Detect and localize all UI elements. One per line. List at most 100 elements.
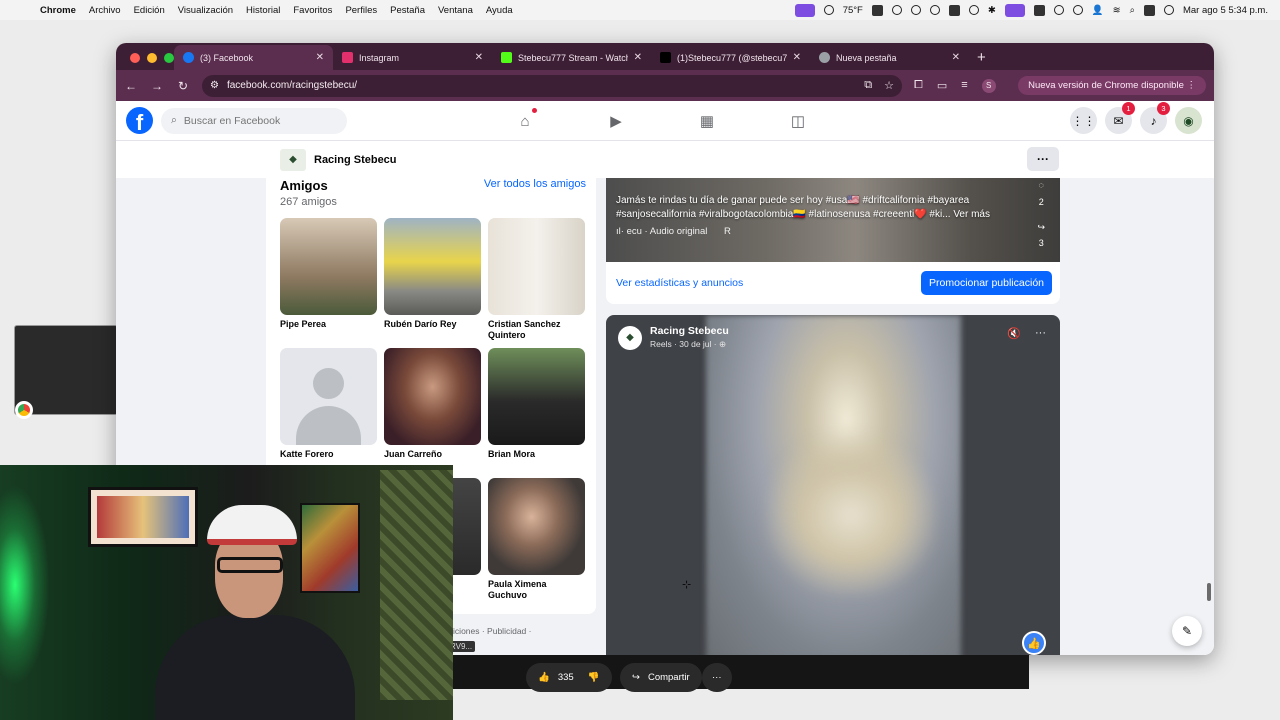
tab-kick-stream[interactable]: Stebecu777 Stream - Watch ✕ — [492, 45, 651, 70]
page-scrollbar[interactable] — [1207, 583, 1211, 601]
friend-name[interactable]: Brian Mora — [488, 449, 585, 460]
status-circle-icon-4[interactable] — [968, 5, 979, 15]
friend-photo[interactable] — [280, 218, 377, 315]
back-icon[interactable]: ← — [124, 79, 138, 93]
share-chip[interactable]: ↪ Compartir — [620, 663, 702, 692]
control-center-icon[interactable] — [1143, 4, 1155, 16]
thumbs-down-icon[interactable]: 👎 — [588, 672, 600, 683]
notifications-bell-icon[interactable]: ♪ 3 — [1140, 102, 1170, 134]
share-icon[interactable]: ↪ — [1037, 222, 1045, 233]
reel-video-post[interactable]: ◆ Racing Stebecu Reels · 30 de jul · ⊕ 🔇… — [606, 315, 1060, 655]
extensions-icon[interactable]: ⧠ — [914, 79, 923, 93]
bluetooth-icon[interactable]: ✱ — [988, 5, 996, 16]
weather-temp[interactable]: 75°F — [843, 5, 863, 16]
tab-tiktok[interactable]: (1)Stebecu777 (@stebecu777) ✕ — [651, 45, 810, 70]
friend-item[interactable]: Cristian Sanchez Quintero — [488, 218, 585, 348]
mute-icon[interactable]: 🔇 — [1007, 327, 1021, 340]
friend-name[interactable]: Katte Forero — [280, 449, 377, 460]
new-tab-icon[interactable]: + — [977, 45, 986, 70]
compose-message-icon[interactable]: ✎ — [1172, 616, 1202, 646]
menu-app-name[interactable]: Chrome — [40, 5, 76, 16]
menubar-clock[interactable]: Mar ago 5 5:34 p.m. — [1183, 5, 1268, 16]
friend-item[interactable]: Rubén Darío Rey — [384, 218, 481, 348]
friend-name[interactable]: Cristian Sanchez Quintero — [488, 319, 585, 342]
stats-and-ads-link[interactable]: Ver estadísticas y anuncios — [616, 277, 743, 289]
screen-record-icon[interactable] — [794, 3, 815, 17]
author-avatar[interactable]: ◆ — [618, 325, 642, 350]
user-icon[interactable]: 👤 — [1092, 5, 1104, 16]
close-tab-icon[interactable]: ✕ — [634, 52, 642, 63]
minimize-window-button[interactable] — [147, 53, 157, 63]
friend-photo[interactable] — [488, 218, 585, 315]
home-icon[interactable]: ⌂ — [516, 108, 537, 130]
install-app-icon[interactable]: ⧉ — [864, 79, 872, 92]
friend-item[interactable]: Brian Mora — [488, 348, 585, 478]
friend-item[interactable]: Juan Carreño — [384, 348, 481, 478]
close-tab-icon[interactable]: ✕ — [952, 52, 960, 63]
thumbs-up-icon[interactable]: 👍 — [538, 672, 550, 683]
more-options-button[interactable]: ··· — [1027, 147, 1059, 171]
author-name[interactable]: Racing Stebecu — [650, 325, 729, 337]
forward-icon[interactable]: → — [150, 79, 164, 93]
video-icon[interactable]: ▶ — [607, 113, 625, 130]
menu-historial[interactable]: Historial — [246, 5, 280, 16]
reload-icon[interactable]: ↻ — [176, 79, 190, 93]
see-all-friends-link[interactable]: Ver todos los amigos — [484, 178, 586, 190]
status-circle-icon[interactable] — [891, 5, 902, 15]
friend-item[interactable]: Katte Forero — [280, 348, 377, 478]
menu-archivo[interactable]: Archivo — [89, 5, 121, 16]
close-tab-icon[interactable]: ✕ — [316, 52, 324, 63]
reel-media[interactable]: Jamás te rindas tu día de ganar puede se… — [606, 178, 1060, 262]
menu-edicion[interactable]: Edición — [134, 5, 165, 16]
menu-pestana[interactable]: Pestaña — [390, 5, 425, 16]
cast-icon[interactable]: ▭ — [937, 79, 947, 93]
post-more-icon[interactable]: ··· — [1035, 327, 1046, 340]
gaming-icon[interactable]: ◫ — [789, 113, 807, 130]
friend-name[interactable]: Paula Ximena Guchuvo — [488, 579, 585, 602]
audio-label[interactable]: ıl· ecu · Audio original R — [616, 226, 1050, 239]
like-dislike-chip[interactable]: 👍 335 👎 — [526, 663, 612, 692]
search-box[interactable]: ⌕ — [161, 107, 347, 134]
friend-photo[interactable] — [488, 478, 585, 575]
status-circle-icon-2[interactable] — [910, 5, 921, 15]
cloud-icon[interactable] — [823, 5, 834, 15]
display-icon[interactable] — [948, 4, 960, 16]
stage-manager-icon[interactable] — [1004, 3, 1025, 17]
menu-visualizacion[interactable]: Visualización — [178, 5, 233, 16]
chrome-app-icon[interactable] — [15, 401, 33, 419]
promote-post-button[interactable]: Promocionar publicación — [921, 271, 1052, 295]
status-circle-icon-3[interactable] — [929, 5, 940, 15]
page-avatar[interactable]: ◆ — [280, 148, 306, 171]
friend-item[interactable]: Paula Ximena Guchuvo — [488, 478, 585, 608]
background-window-thumbnail[interactable] — [14, 325, 118, 419]
reading-list-icon[interactable]: ≡ — [961, 79, 967, 93]
friend-item[interactable]: Pipe Perea — [280, 218, 377, 348]
address-bar[interactable]: ⚙ facebook.com/racingstebecu/ ⧉ ☆ — [202, 74, 902, 97]
search-input[interactable] — [183, 114, 334, 127]
menu-perfiles[interactable]: Perfiles — [345, 5, 377, 16]
menu-ayuda[interactable]: Ayuda — [486, 5, 513, 16]
menu-grid-icon[interactable]: ⋮⋮ — [1070, 107, 1097, 134]
account-avatar[interactable]: ◉ — [1175, 107, 1202, 134]
more-actions-chip[interactable]: ··· — [702, 663, 732, 692]
site-info-icon[interactable]: ⚙ — [210, 80, 219, 91]
bookmark-star-icon[interactable]: ☆ — [884, 79, 894, 92]
tab-new-tab[interactable]: Nueva pestaña ✕ — [810, 45, 969, 70]
tab-facebook[interactable]: (3) Facebook ✕ — [174, 45, 333, 70]
close-tab-icon[interactable]: ✕ — [793, 52, 801, 63]
status-app-icon-2[interactable] — [1033, 4, 1045, 16]
status-app-icon[interactable] — [871, 4, 883, 16]
close-window-button[interactable] — [130, 53, 140, 63]
siri-icon[interactable] — [1163, 5, 1174, 15]
chrome-update-button[interactable]: Nueva versión de Chrome disponible ⋮ — [1018, 76, 1206, 95]
like-thumb-icon[interactable]: 👍 — [1022, 631, 1046, 655]
url-text[interactable]: facebook.com/racingstebecu/ — [227, 80, 357, 91]
friend-name[interactable]: Rubén Darío Rey — [384, 319, 481, 330]
tab-instagram[interactable]: Instagram ✕ — [333, 45, 492, 70]
comment-icon[interactable]: ◌ — [1037, 180, 1045, 191]
menu-ventana[interactable]: Ventana — [438, 5, 473, 16]
play-icon[interactable] — [1053, 5, 1064, 15]
profile-avatar[interactable]: S — [981, 78, 996, 93]
search-icon[interactable]: ⌕ — [1130, 5, 1135, 16]
friend-name[interactable]: Pipe Perea — [280, 319, 377, 330]
